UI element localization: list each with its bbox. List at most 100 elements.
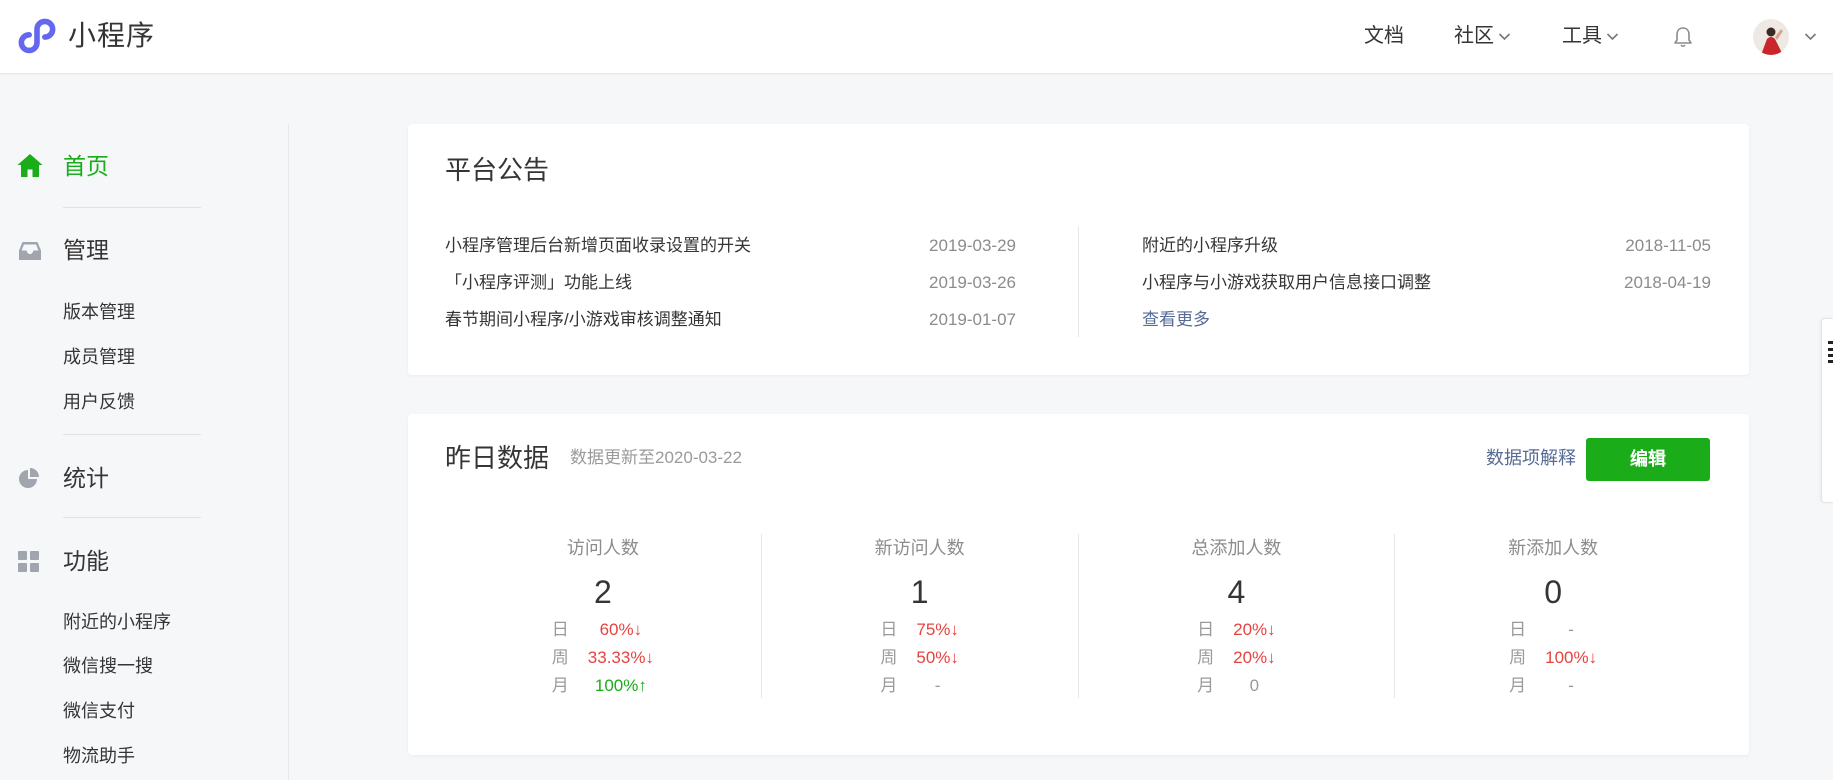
- float-panel-glyph: [1828, 341, 1833, 363]
- sidebar-section-manage: 管理: [63, 237, 109, 263]
- side-float-panel[interactable]: [1821, 318, 1833, 503]
- announcement-date: 2018-11-05: [1625, 236, 1711, 255]
- announcement-date: 2019-03-29: [929, 236, 1016, 255]
- stat-value: 2: [593, 574, 612, 610]
- announcement-title[interactable]: 春节期间小程序/小游戏审核调整通知: [445, 301, 722, 338]
- inbox-icon: [18, 241, 42, 261]
- sidebar-item-home[interactable]: 首页: [63, 151, 109, 181]
- mini-program-logo-icon[interactable]: [18, 18, 56, 55]
- period-label: 日: [1197, 620, 1215, 639]
- bell-icon[interactable]: [1673, 26, 1693, 48]
- stat-total-adds: 总添加人数 4 日 20%↓ 周 20%↓ 月 0: [1077, 534, 1395, 700]
- period-label: 周: [880, 648, 898, 667]
- sidebar-divider: [63, 207, 201, 208]
- announcement-row[interactable]: 小程序管理后台新增页面收录设置的开关 2019-03-29: [445, 227, 1016, 264]
- change-value: 50%↓: [916, 648, 959, 667]
- announcement-title[interactable]: 附近的小程序升级: [1142, 227, 1278, 264]
- home-icon[interactable]: [17, 153, 43, 178]
- pie-chart-icon[interactable]: [18, 467, 40, 489]
- period-label: 月: [1509, 676, 1527, 695]
- announcement-row[interactable]: 附近的小程序升级 2018-11-05: [1142, 227, 1711, 264]
- stat-change-table: 日 75%↓ 周 50%↓ 月 -: [880, 616, 959, 700]
- period-label: 月: [551, 676, 569, 695]
- change-value: 20%↓: [1233, 648, 1276, 667]
- stat-change-table: 日 20%↓ 周 20%↓ 月 0: [1197, 616, 1276, 700]
- change-value: -: [934, 676, 941, 695]
- sidebar-divider: [63, 434, 201, 435]
- announcement-date: 2019-03-26: [929, 273, 1016, 292]
- top-header: 小程序 文档 社区 工具: [0, 0, 1833, 74]
- period-label: 周: [551, 648, 569, 667]
- stat-label: 总添加人数: [1191, 538, 1282, 558]
- sidebar-item-nearby-miniprogram[interactable]: 附近的小程序: [63, 610, 171, 634]
- view-more-link[interactable]: 查看更多: [1142, 301, 1210, 338]
- announcement-row[interactable]: 小程序与小游戏获取用户信息接口调整 2018-04-19: [1142, 264, 1711, 301]
- change-value: -: [1568, 620, 1574, 639]
- nav-community-menu[interactable]: 社区: [1454, 22, 1511, 50]
- announcements-title: 平台公告: [445, 155, 550, 185]
- announcement-date: 2018-04-19: [1624, 273, 1711, 292]
- sidebar-item-version-manage[interactable]: 版本管理: [63, 300, 135, 324]
- data-updated-text: 数据更新至2020-03-22: [570, 448, 742, 467]
- sidebar-section-features: 功能: [63, 548, 109, 574]
- announcements-card: 平台公告 小程序管理后台新增页面收录设置的开关 2019-03-29 「小程序评…: [408, 124, 1749, 375]
- nav-tools-menu[interactable]: 工具: [1562, 22, 1619, 50]
- chevron-down-icon: [1498, 32, 1511, 41]
- sidebar-item-member-manage[interactable]: 成员管理: [63, 345, 135, 369]
- nav-tools-label: 工具: [1562, 25, 1602, 47]
- nav-docs-link[interactable]: 文档: [1364, 22, 1404, 50]
- stat-new-visitors: 新访问人数 1 日 75%↓ 周 50%↓ 月 -: [760, 534, 1078, 700]
- app-title[interactable]: 小程序: [68, 19, 155, 53]
- chevron-down-icon[interactable]: [1804, 32, 1817, 41]
- data-explain-link[interactable]: 数据项解释: [1486, 446, 1576, 470]
- sidebar-item-logistics-assistant[interactable]: 物流助手: [63, 744, 135, 768]
- sidebar-item-user-feedback[interactable]: 用户反馈: [63, 390, 135, 414]
- stat-new-adds: 新添加人数 0 日 - 周 100%↓ 月 -: [1394, 534, 1711, 698]
- stat-change-table: 日 60%↓ 周 33.33%↓ 月 100%↑: [552, 616, 654, 700]
- chevron-down-icon: [1606, 32, 1619, 41]
- stat-label: 新访问人数: [874, 538, 965, 558]
- sidebar-item-statistics[interactable]: 统计: [63, 463, 109, 493]
- announcement-row[interactable]: 春节期间小程序/小游戏审核调整通知 2019-01-07: [445, 301, 1016, 338]
- announcements-list-left: 小程序管理后台新增页面收录设置的开关 2019-03-29 「小程序评测」功能上…: [445, 227, 1016, 338]
- change-value: 33.33%↓: [587, 648, 654, 667]
- announcements-list-right: 附近的小程序升级 2018-11-05 小程序与小游戏获取用户信息接口调整 20…: [1142, 227, 1711, 338]
- stat-value: 4: [1227, 574, 1246, 610]
- announcement-more-row: 查看更多: [1142, 301, 1711, 338]
- period-label: 日: [551, 620, 569, 639]
- change-value: 100%↑: [594, 676, 647, 695]
- nav-docs-label: 文档: [1364, 25, 1404, 47]
- period-label: 周: [1197, 648, 1215, 667]
- sidebar-item-wechat-search[interactable]: 微信搜一搜: [63, 654, 153, 678]
- change-value: -: [1568, 676, 1574, 695]
- announcement-row[interactable]: 「小程序评测」功能上线 2019-03-26: [445, 264, 1016, 301]
- period-label: 月: [880, 676, 898, 695]
- yesterday-data-card: 昨日数据 数据更新至2020-03-22 数据项解释 编辑 访问人数 2 日 6…: [408, 414, 1749, 755]
- change-value: 0: [1249, 676, 1260, 695]
- announcement-title[interactable]: 「小程序评测」功能上线: [445, 264, 632, 301]
- announcement-title[interactable]: 小程序管理后台新增页面收录设置的开关: [445, 227, 751, 264]
- yesterday-data-title: 昨日数据: [445, 443, 550, 473]
- change-value: 75%↓: [916, 620, 959, 639]
- nav-community-label: 社区: [1454, 25, 1494, 47]
- announcement-title[interactable]: 小程序与小游戏获取用户信息接口调整: [1142, 264, 1431, 301]
- sidebar-divider: [63, 517, 201, 518]
- stat-label: 新添加人数: [1508, 538, 1599, 558]
- stat-value: 0: [1544, 574, 1563, 610]
- stat-label: 访问人数: [566, 538, 639, 558]
- period-label: 周: [1509, 648, 1527, 667]
- announcements-divider: [1078, 226, 1079, 337]
- period-label: 日: [880, 620, 898, 639]
- change-value: 60%↓: [599, 620, 643, 639]
- change-value: 100%↓: [1545, 648, 1598, 667]
- stats-row: 访问人数 2 日 60%↓ 周 33.33%↓ 月 100%↑ 新访问人数 1 …: [445, 534, 1711, 698]
- stat-visitors: 访问人数 2 日 60%↓ 周 33.33%↓ 月 100%↑: [445, 534, 761, 698]
- period-label: 月: [1197, 676, 1215, 695]
- period-label: 日: [1509, 620, 1527, 639]
- avatar[interactable]: [1753, 19, 1789, 55]
- edit-button[interactable]: 编辑: [1586, 438, 1710, 481]
- stat-value: 1: [910, 574, 929, 610]
- sidebar-item-wechat-pay[interactable]: 微信支付: [63, 699, 135, 723]
- sidebar-divider: [288, 124, 289, 780]
- announcement-date: 2019-01-07: [929, 310, 1016, 329]
